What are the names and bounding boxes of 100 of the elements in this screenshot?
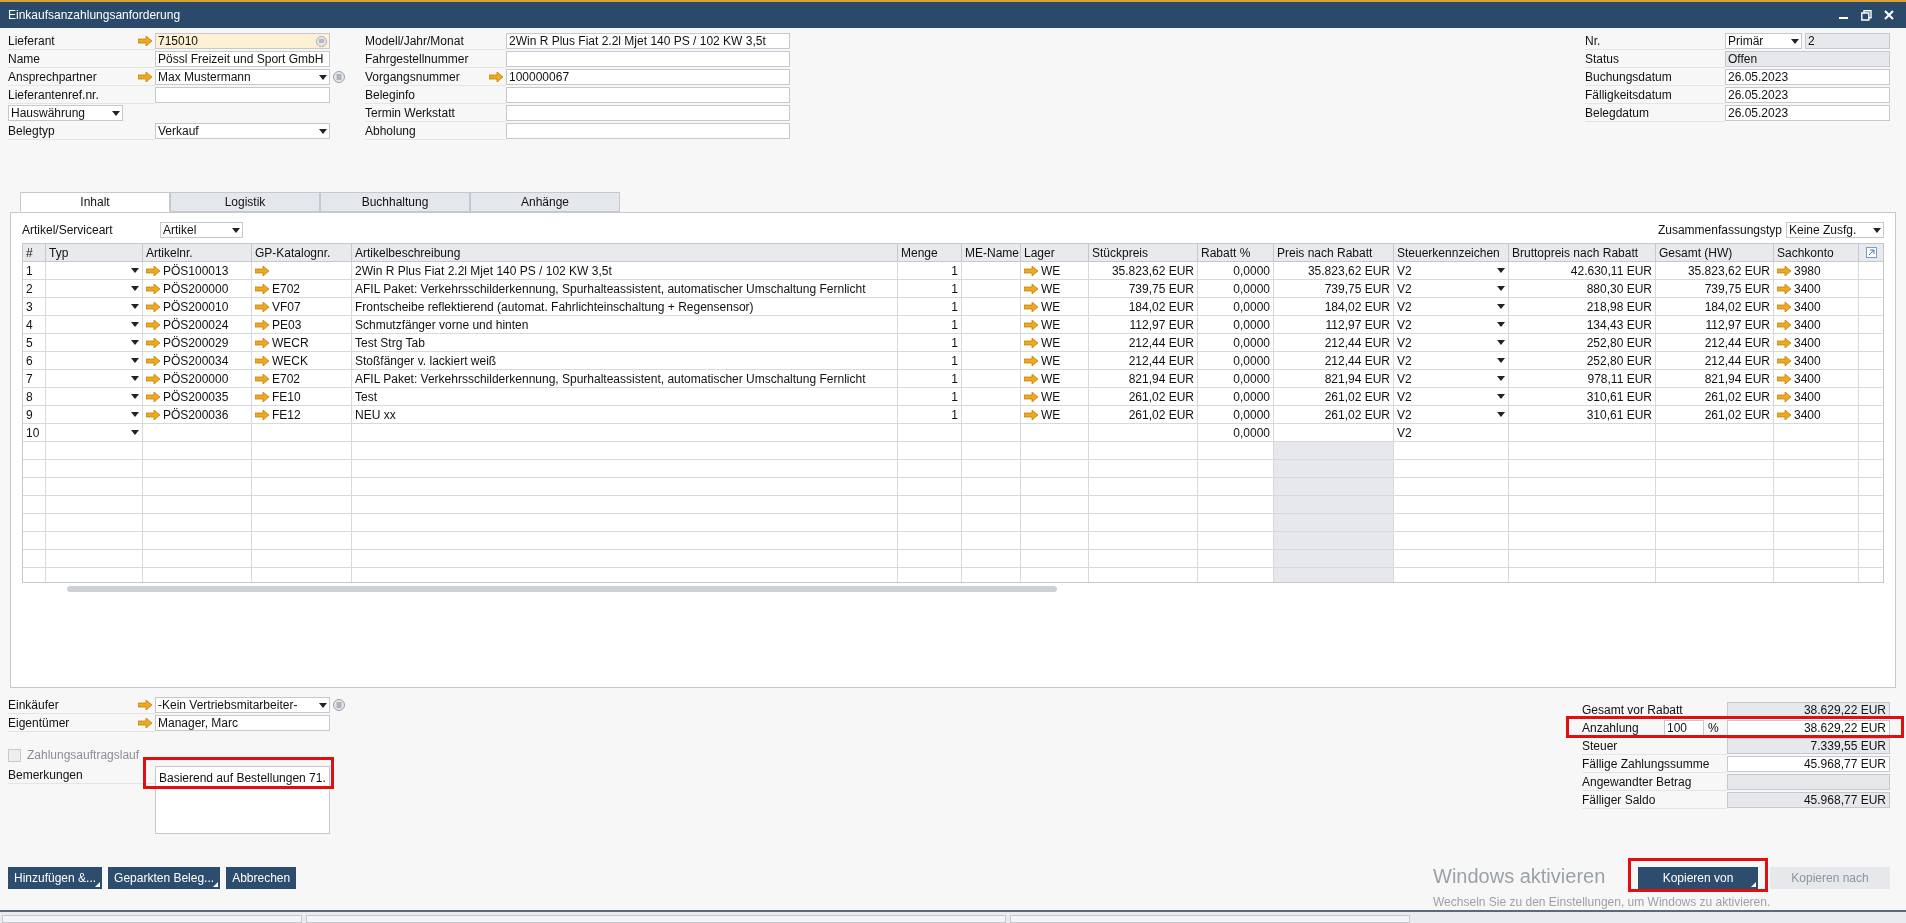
tab[interactable]: Buchhaltung (320, 192, 470, 212)
caret-icon[interactable] (1497, 304, 1505, 309)
currency-dropdown[interactable]: Hauswährung (8, 105, 123, 121)
column-header[interactable]: GP-Katalognr. (252, 244, 352, 262)
arrow-right-icon[interactable] (1777, 265, 1791, 276)
input-field[interactable]: -Kein Vertriebsmitarbeiter- (155, 697, 330, 713)
lookup-icon[interactable] (316, 35, 327, 47)
input-field[interactable]: 26.05.2023 (1725, 87, 1890, 103)
arrow-right-icon[interactable] (489, 71, 503, 82)
arrow-right-icon[interactable] (255, 283, 269, 294)
arrow-right-icon[interactable] (255, 355, 269, 366)
caret-icon[interactable] (131, 358, 139, 363)
input-field[interactable] (155, 87, 330, 103)
caret-icon[interactable] (1497, 412, 1505, 417)
arrow-right-icon[interactable] (146, 391, 160, 402)
arrow-right-icon[interactable] (1024, 373, 1038, 384)
arrow-right-icon[interactable] (1024, 391, 1038, 402)
arrow-right-icon[interactable] (255, 409, 269, 420)
column-header[interactable]: # (23, 244, 46, 262)
action-button[interactable]: Abbrechen (226, 867, 297, 889)
caret-icon[interactable] (131, 376, 139, 381)
arrow-right-icon[interactable] (146, 319, 160, 330)
arrow-right-icon[interactable] (255, 391, 269, 402)
column-header[interactable]: ME-Name (962, 244, 1021, 262)
arrow-right-icon[interactable] (1777, 409, 1791, 420)
caret-icon[interactable] (1791, 38, 1799, 44)
column-header[interactable]: Stückpreis (1089, 244, 1198, 262)
tax-code-cell[interactable]: V2 (1394, 370, 1509, 388)
summary-type-dropdown[interactable]: Keine Zusfg. (1786, 222, 1884, 238)
column-header[interactable]: Artikelnr. (143, 244, 252, 262)
arrow-right-icon[interactable] (1777, 301, 1791, 312)
arrow-right-icon[interactable] (138, 717, 152, 728)
tab[interactable]: Logistik (170, 192, 320, 212)
action-button[interactable]: Geparkten Beleg... (108, 867, 221, 889)
input-field[interactable]: Offen (1725, 51, 1890, 67)
arrow-right-icon[interactable] (1024, 283, 1038, 294)
tax-code-cell[interactable]: V2 (1394, 334, 1509, 352)
close-icon[interactable] (1884, 10, 1894, 20)
column-header[interactable]: Preis nach Rabatt (1274, 244, 1394, 262)
caret-icon[interactable] (131, 268, 139, 273)
arrow-right-icon[interactable] (255, 265, 269, 276)
total-value[interactable]: 38.629,22 EUR (1727, 720, 1890, 736)
action-button[interactable]: Kopieren von (1638, 867, 1758, 889)
input-field[interactable]: 2 (1805, 33, 1890, 49)
arrow-right-icon[interactable] (146, 265, 160, 276)
tax-code-cell[interactable]: V2 (1394, 406, 1509, 424)
arrow-right-icon[interactable] (146, 373, 160, 384)
column-header[interactable]: Steuerkennzeichen (1394, 244, 1509, 262)
caret-icon[interactable] (131, 340, 139, 345)
action-button[interactable]: Hinzufügen &... (8, 867, 103, 889)
caret-icon[interactable] (131, 412, 139, 417)
input-field[interactable] (506, 51, 790, 67)
caret-icon[interactable] (1497, 394, 1505, 399)
item-type-dropdown[interactable]: Artikel (160, 222, 243, 238)
arrow-right-icon[interactable] (1024, 301, 1038, 312)
input-field[interactable]: Max Mustermann (155, 69, 330, 85)
column-header[interactable]: Bruttopreis nach Rabatt (1509, 244, 1656, 262)
arrow-right-icon[interactable] (1024, 337, 1038, 348)
arrow-right-icon[interactable] (1024, 409, 1038, 420)
horizontal-scrollbar[interactable] (67, 586, 1057, 592)
percent-field[interactable]: 100 (1664, 719, 1704, 736)
arrow-right-icon[interactable] (1024, 265, 1038, 276)
arrow-right-icon[interactable] (138, 35, 152, 46)
input-field[interactable]: Pössl Freizeit und Sport GmbH (155, 51, 330, 67)
arrow-right-icon[interactable] (146, 355, 160, 366)
column-header[interactable]: Menge (898, 244, 962, 262)
input-field[interactable]: 26.05.2023 (1725, 69, 1890, 85)
tax-code-cell[interactable]: V2 (1394, 298, 1509, 316)
column-header[interactable]: Gesamt (HW) (1656, 244, 1774, 262)
input-field[interactable]: 100000067 (506, 69, 790, 85)
input-field[interactable]: 26.05.2023 (1725, 105, 1890, 121)
caret-icon[interactable] (131, 286, 139, 291)
tax-code-cell[interactable]: V2 (1394, 262, 1509, 280)
arrow-right-icon[interactable] (255, 319, 269, 330)
caret-icon[interactable] (319, 74, 327, 80)
arrow-right-icon[interactable] (1777, 373, 1791, 384)
tax-code-cell[interactable]: V2 (1394, 280, 1509, 298)
expand-icon[interactable] (1865, 247, 1877, 258)
caret-icon[interactable] (232, 227, 240, 233)
arrow-right-icon[interactable] (1777, 355, 1791, 366)
arrow-right-icon[interactable] (146, 409, 160, 420)
caret-icon[interactable] (1873, 227, 1881, 233)
input-field[interactable] (506, 105, 790, 121)
tax-code-cell[interactable]: V2 (1394, 352, 1509, 370)
input-field[interactable]: Manager, Marc (155, 715, 330, 731)
input-field[interactable] (506, 87, 790, 103)
remarks-textarea[interactable]: Basierend auf Bestellungen 71. (155, 766, 330, 834)
caret-icon[interactable] (1497, 340, 1505, 345)
arrow-right-icon[interactable] (1777, 283, 1791, 294)
arrow-right-icon[interactable] (146, 301, 160, 312)
input-field[interactable]: 2Win R Plus Fiat 2.2l Mjet 140 PS / 102 KW 3,5t (506, 33, 790, 49)
info-icon[interactable] (333, 699, 345, 711)
arrow-right-icon[interactable] (1777, 337, 1791, 348)
tax-code-cell[interactable]: V2 (1394, 388, 1509, 406)
tab[interactable]: Inhalt (20, 192, 170, 212)
tax-code-cell[interactable]: V2 (1394, 316, 1509, 334)
caret-icon[interactable] (1497, 286, 1505, 291)
series-dropdown[interactable]: Primär (1725, 33, 1802, 49)
caret-icon[interactable] (112, 110, 120, 116)
caret-icon[interactable] (131, 394, 139, 399)
